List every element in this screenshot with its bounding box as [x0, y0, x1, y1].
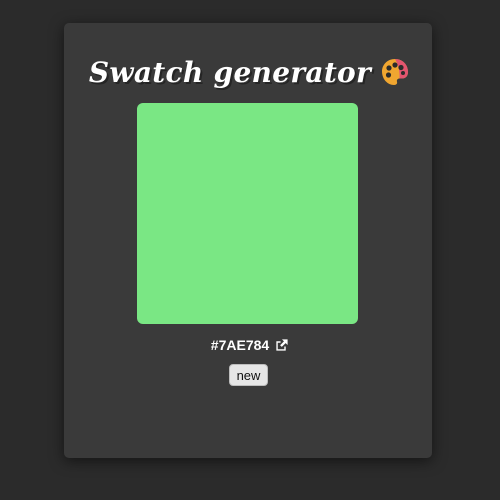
hex-value: #7AE784	[210, 337, 270, 353]
new-button[interactable]: new	[229, 364, 268, 386]
color-swatch	[137, 103, 358, 324]
hex-row: #7AE784	[0, 335, 500, 355]
external-link-icon[interactable]	[274, 338, 289, 353]
title-row: Swatch generator	[0, 50, 500, 94]
artist-palette-icon	[382, 59, 409, 85]
page-title: Swatch generator	[88, 55, 372, 89]
